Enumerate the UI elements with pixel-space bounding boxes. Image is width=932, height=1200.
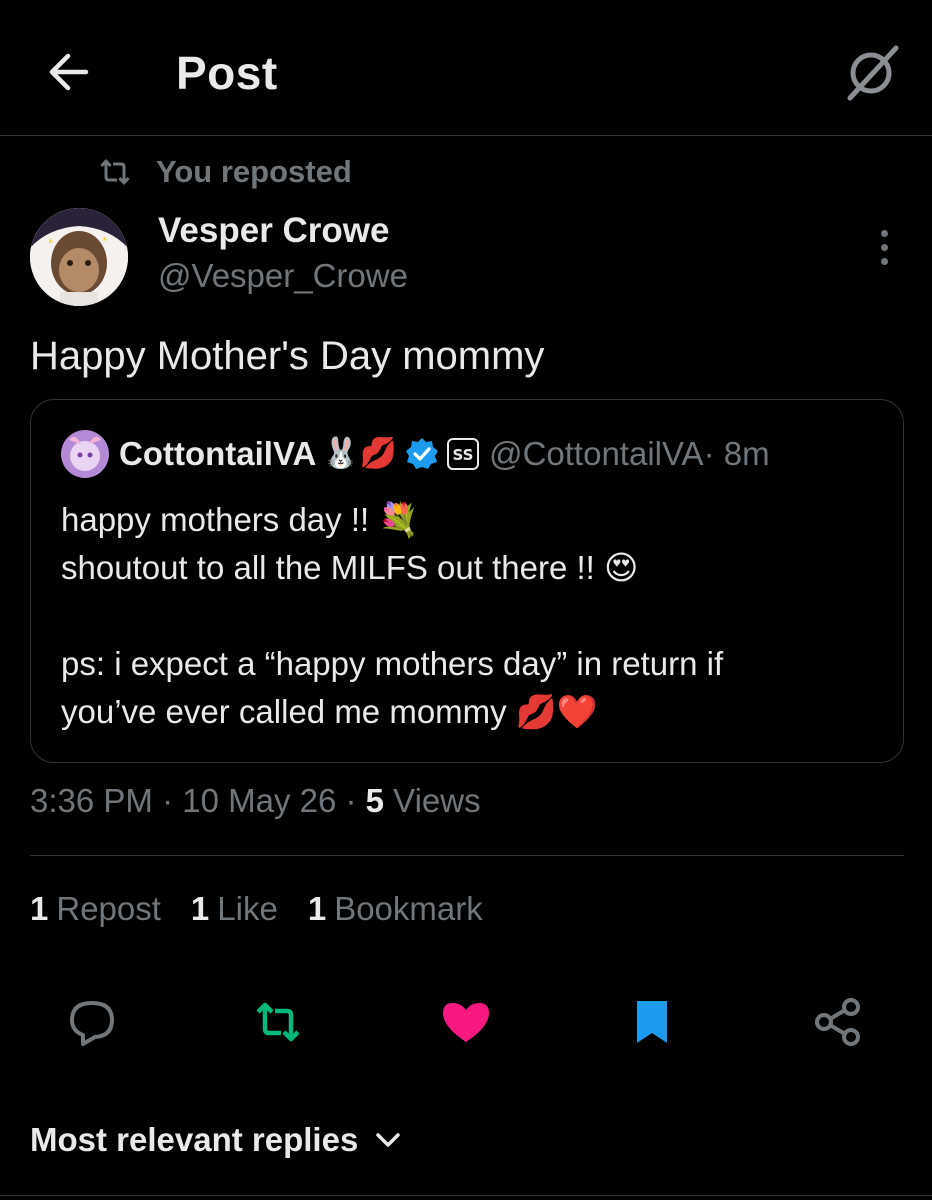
grok-icon (847, 45, 899, 101)
quoted-line: happy mothers day !! 💐 (61, 501, 420, 538)
affiliate-badge-icon: SS (447, 438, 480, 470)
author-name[interactable]: Vesper Crowe (158, 208, 408, 254)
share-button[interactable] (806, 990, 870, 1054)
svg-text:SS: SS (453, 446, 474, 464)
grok-button[interactable] (840, 40, 904, 104)
bookmarks-label: Bookmark (334, 890, 483, 927)
heart-icon (443, 1003, 489, 1042)
replies-sort-dropdown[interactable]: Most relevant replies (30, 1116, 402, 1164)
top-bar: Post (0, 0, 932, 136)
reply-icon (70, 1001, 114, 1046)
quoted-author-name: CottontailVA (119, 435, 317, 472)
replies-sort-label: Most relevant replies (30, 1121, 359, 1158)
verified-badge-icon (406, 438, 439, 469)
share-icon (815, 998, 860, 1046)
post-text: Happy Mother's Day mommy (30, 334, 545, 378)
likes-count: 1 (190, 890, 210, 927)
avatar[interactable] (30, 208, 128, 306)
quoted-post-header: CottontailVA 🐰💋 SS @CottontailVA · 8m (61, 430, 770, 478)
views-count: 5 (365, 782, 384, 819)
more-options-button[interactable] (862, 222, 906, 272)
quoted-post-text: happy mothers day !! 💐 shoutout to all t… (61, 496, 881, 736)
arrow-left-icon (49, 53, 89, 91)
quoted-author-handle: @CottontailVA (489, 435, 704, 472)
divider (30, 855, 904, 856)
back-button[interactable] (40, 44, 96, 100)
quoted-avatar (61, 430, 109, 478)
quoted-post[interactable]: CottontailVA 🐰💋 SS @CottontailVA · 8m ha… (30, 399, 904, 763)
author-info[interactable]: Vesper Crowe @Vesper_Crowe (158, 208, 408, 298)
quoted-line: shoutout to all the MILFS out there !! 😍 (61, 549, 639, 586)
divider (0, 1195, 932, 1196)
action-bar (0, 990, 932, 1054)
more-dot (880, 243, 888, 251)
reposts-count: 1 (30, 890, 49, 927)
post-timestamp: 3:36 PM · 10 May 26 · (30, 782, 366, 819)
reposts-stat[interactable]: 1 Repost (30, 890, 161, 928)
quoted-line: ps: i expect a “happy mothers day” in re… (61, 645, 724, 682)
like-button[interactable] (434, 990, 498, 1054)
bookmarks-stat[interactable]: 1 Bookmark (308, 890, 483, 928)
post-meta: 3:36 PM · 10 May 26 · 5 Views (30, 782, 481, 820)
quoted-post-time: · 8m (703, 435, 770, 472)
repost-button[interactable] (246, 990, 310, 1054)
likes-label: Like (217, 890, 278, 927)
more-dot (880, 257, 888, 265)
quoted-line: you’ve ever called me mommy 💋❤️ (61, 693, 598, 730)
more-vertical-icon (880, 229, 888, 237)
likes-stat[interactable]: 1 Like (191, 890, 278, 928)
bookmark-icon (637, 1001, 667, 1043)
repost-banner-text: You reposted (156, 154, 352, 189)
bookmark-button[interactable] (620, 990, 684, 1054)
reply-button[interactable] (60, 990, 124, 1054)
bookmarks-count: 1 (307, 890, 327, 927)
quoted-blank-line (61, 592, 881, 640)
engagement-stats: 1 Repost 1 Like 1 Bookmark (30, 890, 483, 928)
repost-icon (100, 155, 134, 189)
repost-banner: You reposted (100, 150, 352, 194)
author-handle[interactable]: @Vesper_Crowe (158, 254, 408, 298)
views-label: Views (384, 782, 481, 819)
chevron-down-icon (376, 1133, 401, 1147)
quoted-name-emoji: 🐰💋 (322, 436, 398, 471)
page-title: Post (176, 47, 278, 99)
reposts-label: Repost (56, 890, 161, 927)
repost-icon (256, 1002, 300, 1042)
